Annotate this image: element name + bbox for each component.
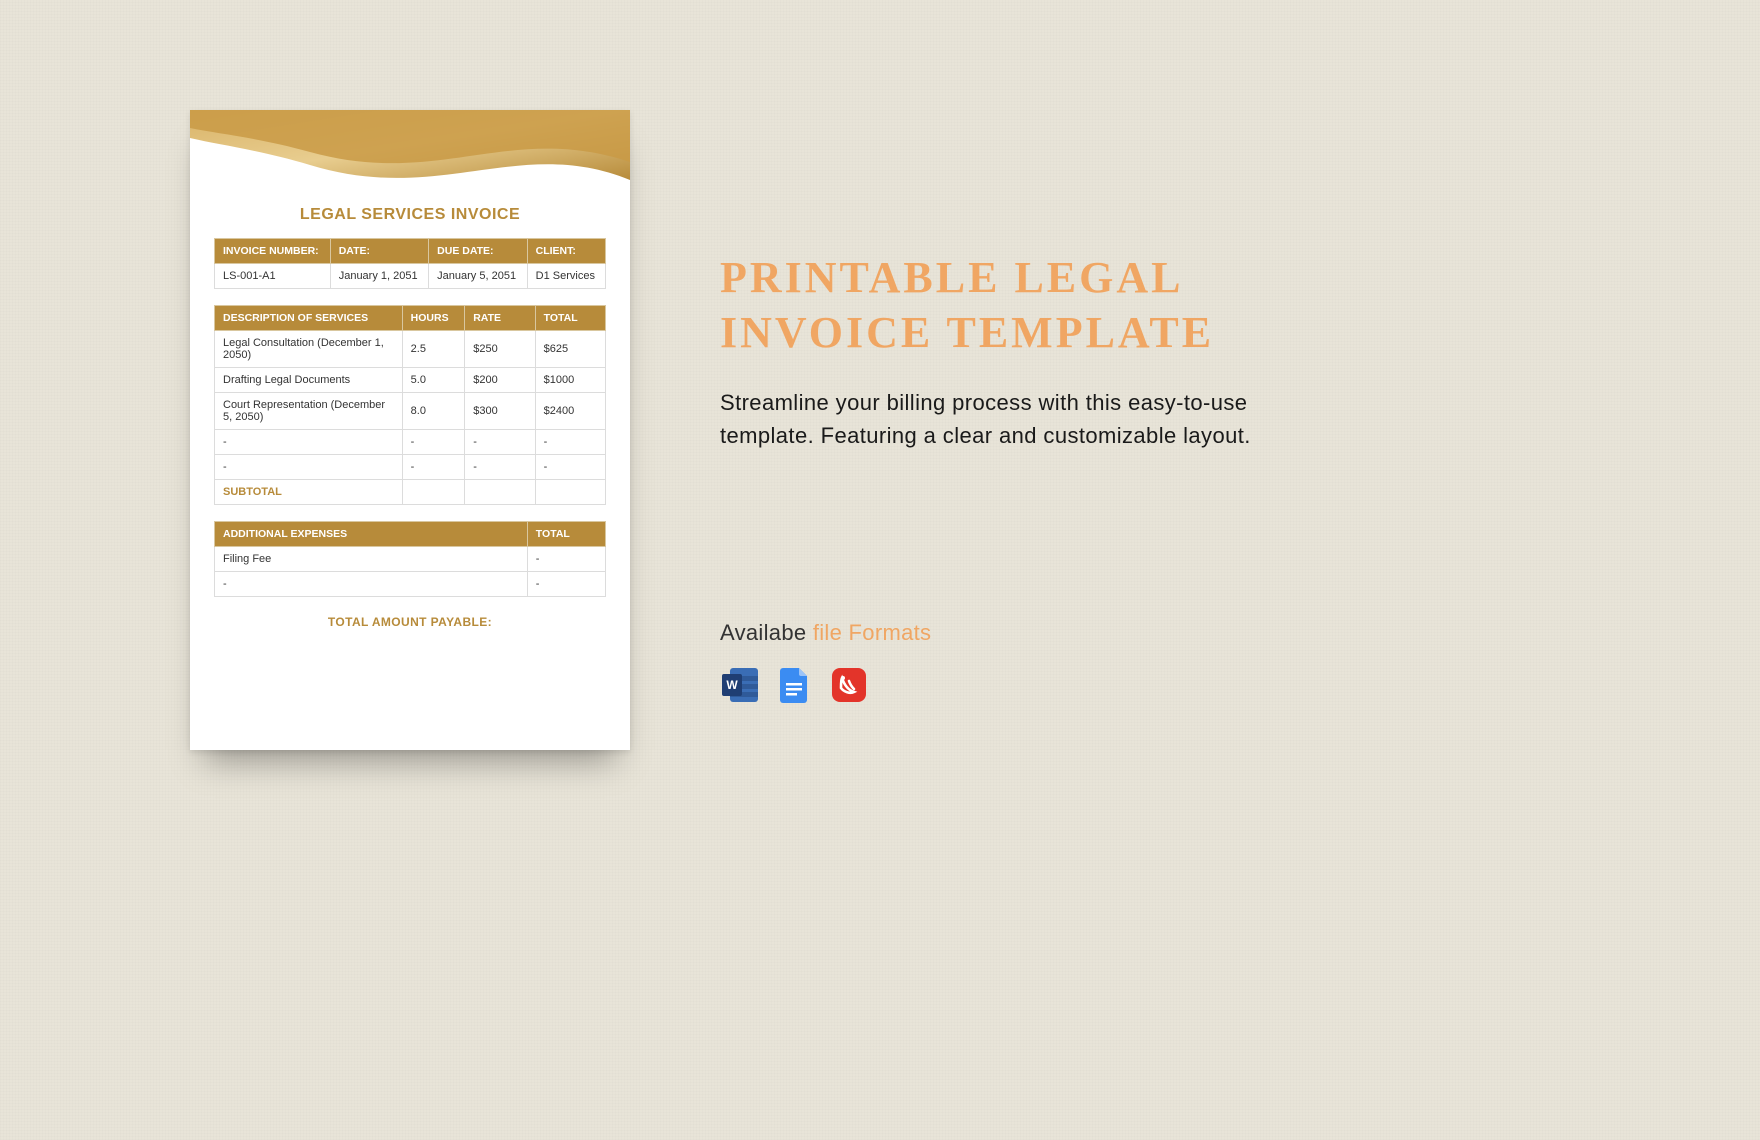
page-title: PRINTABLE LEGAL INVOICE TEMPLATE — [720, 250, 1340, 360]
table-row: Legal Consultation (December 1, 2050)2.5… — [215, 331, 606, 368]
page-description: Streamline your billing process with thi… — [720, 386, 1340, 452]
invoice-meta-table: INVOICE NUMBER: DATE: DUE DATE: CLIENT: … — [214, 238, 606, 289]
svc-h-desc: DESCRIPTION OF SERVICES — [215, 306, 403, 331]
table-row: -- — [215, 572, 606, 597]
meta-v-date: January 1, 2051 — [330, 264, 428, 289]
formats-label: Availabe file Formats — [720, 620, 931, 646]
meta-v-client: D1 Services — [527, 264, 605, 289]
meta-v-invno: LS-001-A1 — [215, 264, 331, 289]
svc-h-hours: HOURS — [402, 306, 465, 331]
meta-h-due: DUE DATE: — [429, 239, 527, 264]
pdf-icon[interactable] — [828, 664, 870, 706]
table-row: Filing Fee- — [215, 547, 606, 572]
services-table: DESCRIPTION OF SERVICES HOURS RATE TOTAL… — [214, 305, 606, 505]
table-row: Court Representation (December 5, 2050)8… — [215, 393, 606, 430]
invoice-content: LEGAL SERVICES INVOICE INVOICE NUMBER: D… — [214, 200, 606, 629]
subtotal-row: SUBTOTAL — [215, 480, 606, 505]
formats-label-b: file Formats — [813, 620, 932, 645]
exp-h-desc: ADDITIONAL EXPENSES — [215, 522, 528, 547]
exp-h-total: TOTAL — [527, 522, 605, 547]
svc-h-rate: RATE — [465, 306, 535, 331]
svc-h-total: TOTAL — [535, 306, 605, 331]
word-icon[interactable]: W — [720, 664, 762, 706]
meta-h-client: CLIENT: — [527, 239, 605, 264]
total-amount-label: TOTAL AMOUNT PAYABLE: — [214, 615, 606, 629]
meta-h-invno: INVOICE NUMBER: — [215, 239, 331, 264]
header-swoosh — [190, 110, 630, 200]
table-row: ---- — [215, 455, 606, 480]
template-info: PRINTABLE LEGAL INVOICE TEMPLATE Streaml… — [720, 250, 1340, 452]
svg-text:W: W — [726, 678, 738, 692]
meta-v-due: January 5, 2051 — [429, 264, 527, 289]
meta-h-date: DATE: — [330, 239, 428, 264]
expenses-table: ADDITIONAL EXPENSES TOTAL Filing Fee- -- — [214, 521, 606, 597]
formats-label-a: Availabe — [720, 620, 813, 645]
table-row: ---- — [215, 430, 606, 455]
invoice-preview: LEGAL SERVICES INVOICE INVOICE NUMBER: D… — [190, 110, 630, 750]
gdocs-icon[interactable] — [774, 664, 816, 706]
invoice-title: LEGAL SERVICES INVOICE — [214, 206, 606, 224]
file-formats: Availabe file Formats W — [720, 620, 931, 706]
table-row: Drafting Legal Documents5.0$200$1000 — [215, 368, 606, 393]
